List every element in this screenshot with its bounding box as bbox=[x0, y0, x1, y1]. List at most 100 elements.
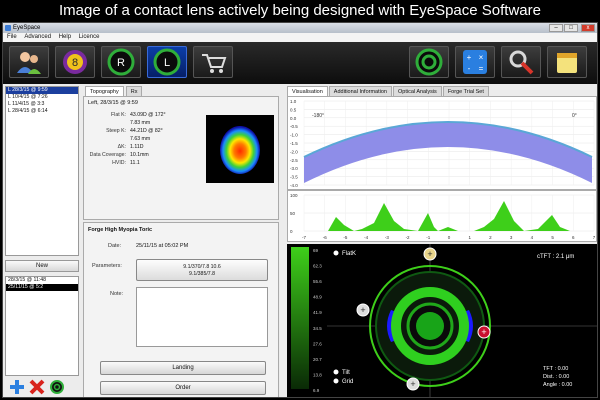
lens-ring-button[interactable] bbox=[409, 46, 449, 78]
central-core bbox=[416, 312, 444, 340]
clearance-x-tick: -7 bbox=[302, 235, 306, 240]
hvid-label: HVID: bbox=[112, 160, 126, 166]
svg-text:+: + bbox=[481, 327, 486, 337]
tab-optical-analysis[interactable]: Optical Analysis bbox=[392, 86, 442, 96]
keratometry-values: Flat K: 43.09D @ 172° 7.83 mm Steep K: 44.… bbox=[88, 111, 198, 167]
add-button[interactable] bbox=[9, 379, 25, 395]
toolbar: 8 R L + × - = bbox=[3, 42, 597, 84]
tab-topography[interactable]: Topography bbox=[85, 86, 124, 96]
lens-button[interactable] bbox=[49, 379, 65, 395]
session-item[interactable]: L 28/4/15 @ 6:14 bbox=[6, 108, 78, 115]
delta-k-label: ΔK: bbox=[117, 144, 126, 150]
tab-visualisation[interactable]: Visualisation bbox=[287, 86, 328, 96]
order-item[interactable]: 28/3/15 @ 11:48 bbox=[6, 277, 78, 284]
flatk-label: FlatK bbox=[342, 251, 356, 257]
right-eye-button[interactable]: R bbox=[101, 46, 141, 78]
patients-icon bbox=[17, 52, 41, 74]
marker-top: + bbox=[423, 247, 437, 261]
clearance-x-tick: -3 bbox=[385, 235, 389, 240]
clearance-x-tick: -1 bbox=[426, 235, 430, 240]
color-scale-label: 13.8 bbox=[313, 372, 322, 377]
steep-k-value: 44.21D @ 82° bbox=[130, 128, 163, 134]
clearance-x-tick: -6 bbox=[323, 235, 327, 240]
landing-button[interactable]: Landing bbox=[100, 361, 266, 375]
flat-k-mm: 7.83 mm bbox=[130, 120, 151, 126]
order-button[interactable]: Order bbox=[100, 381, 266, 395]
clearance-x-tick: 4 bbox=[531, 235, 534, 240]
clearance-chart: 100 50 0 -7 -6 -5 -4 -3 -2 -1 0 1 2 3 4 5 6 7 bbox=[290, 193, 596, 240]
menu-help[interactable]: Help bbox=[59, 34, 71, 40]
title-bar: EyeSpace – □ x bbox=[3, 23, 597, 33]
tools-button[interactable] bbox=[501, 46, 541, 78]
clearance-x-tick: -5 bbox=[343, 235, 347, 240]
cart-button[interactable] bbox=[193, 46, 233, 78]
maximize-button[interactable]: □ bbox=[564, 24, 578, 32]
notes-button[interactable] bbox=[547, 46, 587, 78]
steep-k-label: Steep K: bbox=[106, 128, 126, 134]
fluorescein-visualisation[interactable]: 69 62.3 55.6 48.9 41.9 34.5 27.6 20.7 13.8 6.9 + bbox=[287, 244, 597, 397]
clearance-x-ticks: -7 -6 -5 -4 -3 -2 -1 0 1 2 3 4 5 6 7 bbox=[302, 235, 596, 240]
profile-y-tick: -1.0 bbox=[290, 133, 298, 138]
minimize-button[interactable]: – bbox=[549, 24, 563, 32]
lens-design-title: Forge High Myopia Toric bbox=[88, 227, 153, 233]
session-item[interactable]: L 11/4/15 @ 3:3 bbox=[6, 101, 78, 108]
profile-y-tick: 0.5 bbox=[290, 107, 297, 112]
menu-advanced[interactable]: Advanced bbox=[24, 34, 51, 40]
session-item[interactable]: L 28/3/15 @ 9:59 bbox=[6, 87, 78, 94]
fluorescein-pattern: 69 62.3 55.6 48.9 41.9 34.5 27.6 20.7 13.8 6.9 + bbox=[291, 244, 597, 397]
profile-y-tick: 0.0 bbox=[290, 116, 297, 121]
lens-8-icon: 8 bbox=[63, 50, 87, 74]
parameters-line-1: 9.1/370/7.8 10.6 bbox=[183, 264, 221, 270]
sagittal-profile-plot[interactable]: 1.0 0.5 0.0 -0.5 -1.0 -1.5 -2.0 -2.5 -3.0 -3.5 -4.… bbox=[287, 96, 597, 190]
svg-text:+: + bbox=[467, 53, 472, 62]
lens-8-button[interactable]: 8 bbox=[55, 46, 95, 78]
left-eye-button[interactable]: L bbox=[147, 46, 187, 78]
calculator-button[interactable]: + × - = bbox=[455, 46, 495, 78]
topography-map[interactable] bbox=[206, 115, 274, 183]
color-scale-labels: 69 62.3 55.6 48.9 41.9 34.5 27.6 20.7 13.8 6.9 bbox=[313, 248, 322, 393]
delta-k-value: 1.11D bbox=[130, 144, 144, 150]
close-button[interactable]: x bbox=[581, 24, 595, 32]
flatk-radio bbox=[333, 250, 339, 256]
sagittal-profile-chart: 1.0 0.5 0.0 -0.5 -1.0 -1.5 -2.0 -2.5 -3.0 -3.5 -4.… bbox=[290, 99, 595, 188]
middle-column: Topography Rx Left, 28/3/15 @ 9:59 Flat … bbox=[83, 86, 283, 397]
menu-licence[interactable]: Licence bbox=[79, 34, 100, 40]
svg-text:L: L bbox=[164, 57, 170, 69]
lens-ring-icon bbox=[415, 48, 443, 76]
tab-additional-information[interactable]: Additional Information bbox=[328, 86, 392, 96]
color-scale-label: 20.7 bbox=[313, 357, 322, 362]
profile-y-tick: -2.0 bbox=[290, 149, 298, 154]
svg-text:8: 8 bbox=[72, 57, 78, 69]
window-title: EyeSpace bbox=[13, 25, 41, 31]
flat-k-value: 43.09D @ 172° bbox=[130, 112, 166, 118]
app-window: EyeSpace – □ x File Advanced Help Licenc… bbox=[2, 22, 598, 398]
clearance-plot[interactable]: 100 50 0 -7 -6 -5 -4 -3 -2 -1 0 1 2 3 4 5 6 7 bbox=[287, 190, 597, 242]
plus-icon bbox=[10, 380, 24, 394]
parameters-line-2: 9.1/385/7.8 bbox=[189, 271, 215, 277]
menu-bar: File Advanced Help Licence bbox=[3, 33, 597, 42]
new-button[interactable]: New bbox=[5, 260, 79, 272]
clearance-x-tick: 7 bbox=[593, 235, 596, 240]
steep-k-mm: 7.63 mm bbox=[130, 136, 151, 142]
dist-readout: Dist. : 0.00 bbox=[543, 374, 569, 380]
clearance-y-tick: 0 bbox=[290, 229, 293, 234]
parameters-button[interactable]: 9.1/370/7.8 10.6 9.1/385/7.8 bbox=[136, 259, 268, 281]
tft-readout: TFT : 0.00 bbox=[543, 366, 568, 372]
order-item[interactable]: 25/11/15 @ 5:2 bbox=[6, 284, 78, 291]
steep-k-mm-label bbox=[88, 135, 130, 143]
menu-file[interactable]: File bbox=[7, 34, 17, 40]
session-item[interactable]: L 10/4/15 @ 7:26 bbox=[6, 94, 78, 101]
note-field[interactable] bbox=[136, 287, 268, 347]
color-scale-label: 34.5 bbox=[313, 326, 322, 331]
delete-button[interactable] bbox=[29, 379, 45, 395]
data-coverage-label: Data Coverage: bbox=[89, 152, 126, 158]
tab-rx[interactable]: Rx bbox=[125, 86, 143, 96]
profile-y-tick: -2.5 bbox=[290, 158, 298, 163]
clearance-x-tick: 5 bbox=[551, 235, 554, 240]
topography-map-image bbox=[220, 126, 260, 174]
tab-forge-trial-set[interactable]: Forge Trial Set bbox=[442, 86, 489, 96]
patients-button[interactable] bbox=[9, 46, 49, 78]
right-column: Visualisation Additional Information Opt… bbox=[287, 86, 597, 397]
clearance-x-tick: 3 bbox=[510, 235, 513, 240]
right-meridian-label: 0° bbox=[572, 113, 577, 119]
